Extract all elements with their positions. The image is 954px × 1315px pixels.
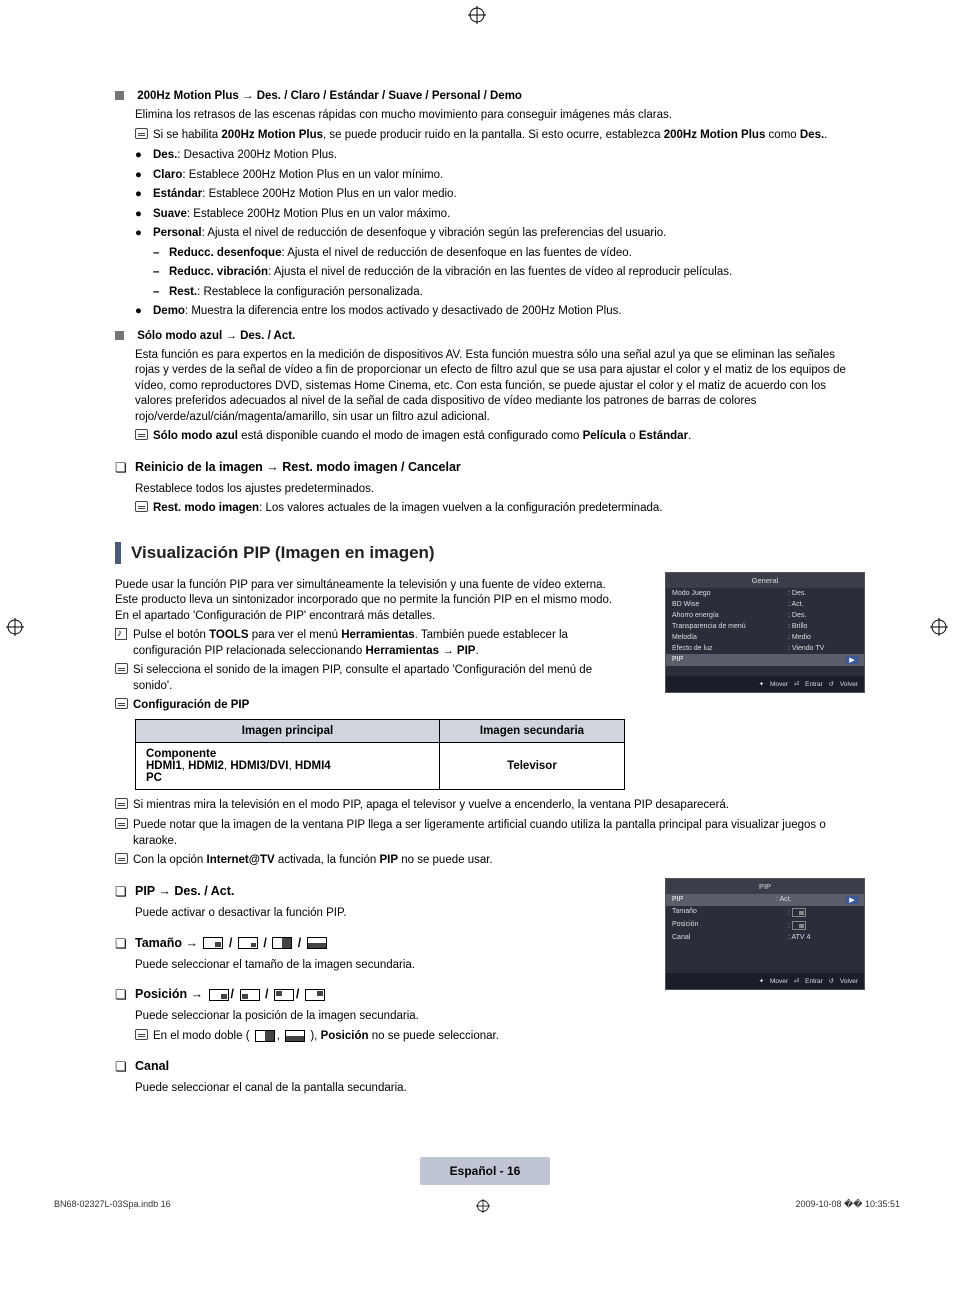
text: Restablece todos los ajustes predetermin… xyxy=(135,482,855,498)
page-number: Español - 16 xyxy=(115,1157,855,1185)
pip-size-icon xyxy=(203,937,223,949)
note-icon xyxy=(135,1029,148,1040)
pip-pos-icon xyxy=(274,989,294,1001)
arrow-right-icon: ▶ xyxy=(846,656,858,664)
osd-title: General xyxy=(666,573,864,588)
osd-highlight-row: PIP : Act. ▶ xyxy=(666,894,864,906)
dash-bullet: –Rest.: Restablece la configuración pers… xyxy=(153,285,855,301)
text: Esta función es para expertos en la medi… xyxy=(135,348,855,426)
note: En el modo doble ( , ), Posición no se p… xyxy=(135,1029,855,1046)
table-cell: Componente HDMI1, HDMI2, HDMI3/DVI, HDMI… xyxy=(136,742,440,789)
note: Si selecciona el sonido de la imagen PIP… xyxy=(115,663,615,694)
text: Puede seleccionar la posición de la imag… xyxy=(135,1009,855,1025)
note-icon xyxy=(115,698,128,709)
tools-icon xyxy=(115,628,127,640)
subheading-canal: ❏Canal xyxy=(115,1059,855,1075)
pip-size-icon xyxy=(792,908,806,917)
pip-pos-icon xyxy=(305,989,325,1001)
note-icon xyxy=(115,818,128,829)
text: Puede usar la función PIP para ver simul… xyxy=(115,578,615,625)
bullet: ●Personal: Ajusta el nivel de reducción … xyxy=(135,226,855,242)
note-icon xyxy=(115,663,128,674)
note: Sólo modo azul está disponible cuando el… xyxy=(135,429,855,446)
pip-size-icon xyxy=(285,1030,305,1042)
osd-highlight-row: PIP ▶ xyxy=(666,654,864,666)
footer-filename: BN68-02327L-03Spa.indb 16 xyxy=(54,1199,171,1215)
note-icon xyxy=(135,501,148,512)
heading-blue-only: Sólo modo azul → Des. / Act. xyxy=(115,330,855,342)
note: Puede notar que la imagen de la ventana … xyxy=(115,818,855,849)
footer-timestamp: 2009-10-08 �� 10:35:51 xyxy=(795,1199,900,1215)
osd-row: Canal: ATV 4 xyxy=(666,932,864,943)
pip-pos-icon xyxy=(240,989,260,1001)
section-heading-pip: Visualización PIP (Imagen en imagen) xyxy=(115,542,855,564)
crop-mark-right xyxy=(930,618,948,636)
osd-row: BD Wise: Act. xyxy=(666,599,864,610)
table-header: Imagen secundaria xyxy=(439,719,624,742)
osd-row: Posición: xyxy=(666,919,864,932)
bullet: ●Estándar: Establece 200Hz Motion Plus e… xyxy=(135,187,855,203)
osd-row: Efecto de luz: Viendo TV xyxy=(666,643,864,654)
note: Si mientras mira la televisión en el mod… xyxy=(115,798,855,815)
page-content: 200Hz Motion Plus → Des. / Claro / Están… xyxy=(115,90,855,1185)
osd-row: Transparencia de menú: Brillo xyxy=(666,621,864,632)
note: Con la opción Internet@TV activada, la f… xyxy=(115,853,855,870)
crop-mark-top xyxy=(468,6,486,24)
print-footer: BN68-02327L-03Spa.indb 16 2009-10-08 �� … xyxy=(50,1199,904,1215)
section-bar-icon xyxy=(115,542,121,564)
dash-bullet: –Reducc. vibración: Ajusta el nivel de r… xyxy=(153,265,855,281)
osd-row: Melodía: Medio xyxy=(666,632,864,643)
tool-note: Pulse el botón TOOLS para ver el menú He… xyxy=(115,628,615,659)
dash-bullet: –Reducc. desenfoque: Ajusta el nivel de … xyxy=(153,246,855,262)
osd-general: General Modo Juego: Des.BD Wise: Act.Aho… xyxy=(665,572,865,693)
note-icon xyxy=(135,429,148,440)
osd-row: Modo Juego: Des. xyxy=(666,588,864,599)
text: Elimina los retrasos de las escenas rápi… xyxy=(135,108,855,124)
pip-size-icon xyxy=(255,1030,275,1042)
table-header: Imagen principal xyxy=(136,719,440,742)
bullet: ●Suave: Establece 200Hz Motion Plus en u… xyxy=(135,207,855,223)
note: Si se habilita 200Hz Motion Plus, se pue… xyxy=(135,128,855,145)
note: Configuración de PIP xyxy=(115,698,615,715)
osd-footer: ✦ Mover ⏎ Entrar ↺ Volver xyxy=(666,973,864,989)
note-icon xyxy=(135,128,148,139)
square-bullet-icon xyxy=(115,331,124,340)
pip-config-table: Imagen principalImagen secundaria Compon… xyxy=(135,719,625,790)
osd-pip: PIP PIP : Act. ▶ Tamaño: Posición: Canal… xyxy=(665,878,865,990)
subheading-reset: ❏Reinicio de la imagen → Rest. modo imag… xyxy=(115,460,855,476)
note-icon xyxy=(115,798,128,809)
pip-pos-icon xyxy=(209,989,229,1001)
osd-row: Tamaño: xyxy=(666,906,864,919)
bullet: ●Claro: Establece 200Hz Motion Plus en u… xyxy=(135,168,855,184)
table-cell: Televisor xyxy=(439,742,624,789)
bullet: ●Demo: Muestra la diferencia entre los m… xyxy=(135,304,855,320)
note: Rest. modo imagen: Los valores actuales … xyxy=(135,501,855,518)
text: Puede seleccionar el canal de la pantall… xyxy=(135,1081,855,1097)
osd-footer: ✦ Mover ⏎ Entrar ↺ Volver xyxy=(666,676,864,692)
pip-size-icon xyxy=(307,937,327,949)
osd-title: PIP xyxy=(666,879,864,894)
note-icon xyxy=(115,853,128,864)
crop-mark-left xyxy=(6,618,24,636)
pip-size-icon xyxy=(272,937,292,949)
heading-200hz: 200Hz Motion Plus → Des. / Claro / Están… xyxy=(115,90,855,102)
arrow-right-icon: ▶ xyxy=(846,896,858,904)
osd-row: Ahorro energía: Des. xyxy=(666,610,864,621)
pip-size-icon xyxy=(238,937,258,949)
square-bullet-icon xyxy=(115,91,124,100)
pip-position-icon xyxy=(792,921,806,930)
bullet: ●Des.: Desactiva 200Hz Motion Plus. xyxy=(135,148,855,164)
